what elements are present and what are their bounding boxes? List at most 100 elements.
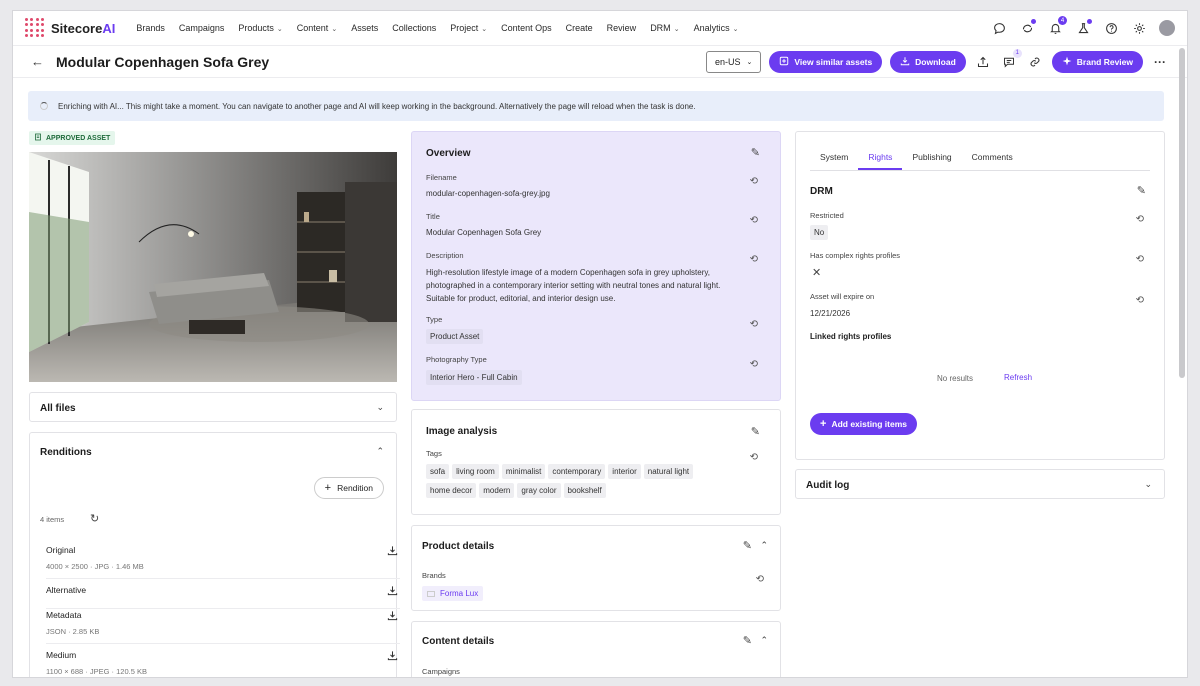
history-icon[interactable]: ⟲ — [750, 215, 758, 226]
download-icon[interactable] — [387, 585, 398, 599]
tab-comments[interactable]: Comments — [962, 152, 1023, 170]
history-icon[interactable]: ⟲ — [750, 254, 758, 265]
chevron-down-icon[interactable]: ⌄ — [376, 402, 384, 413]
history-icon[interactable]: ⟲ — [756, 574, 764, 585]
rendition-meta: 4000 × 2500 · JPG · 1.46 MB — [46, 562, 144, 571]
nav-item-create[interactable]: Create — [559, 23, 600, 33]
tags-label: Tags — [426, 449, 442, 458]
nav-item-content-ops[interactable]: Content Ops — [494, 23, 559, 33]
bell-icon[interactable]: 4 — [1047, 16, 1067, 36]
share-upload-icon[interactable] — [974, 53, 992, 71]
history-icon[interactable]: ⟲ — [1136, 214, 1144, 225]
help-icon[interactable] — [1103, 20, 1119, 36]
renditions-panel: Renditions ⌃ + Rendition 4 items ↻ Origi… — [29, 432, 400, 677]
nav-item-label: Content — [296, 23, 329, 33]
nav-item-products[interactable]: Products ⌄ — [231, 23, 289, 33]
plus-icon: + — [324, 482, 332, 494]
history-icon[interactable]: ⟲ — [750, 319, 758, 330]
comments-icon[interactable]: 1 — [1000, 48, 1022, 71]
tag-chip: interior — [608, 464, 641, 479]
locale-select[interactable]: en-US ⌄ — [705, 50, 762, 73]
refresh-link[interactable]: Refresh — [1004, 373, 1032, 382]
rights-panel: System Rights Publishing Comments DRM ✎ Res… — [795, 131, 1165, 460]
rendition-row[interactable]: Original 4000 × 2500 · JPG · 1.46 MB — [46, 545, 400, 579]
content-details-title: Content details — [422, 636, 495, 647]
chevron-up-icon[interactable]: ⌃ — [760, 540, 768, 551]
plus-icon: + — [820, 418, 827, 430]
linked-profiles-label: Linked rights profiles — [810, 332, 892, 341]
tag-chip: contemporary — [548, 464, 606, 479]
chat-icon[interactable] — [991, 20, 1007, 36]
history-icon[interactable]: ⟲ — [750, 176, 758, 187]
nav-item-analytics[interactable]: Analytics ⌄ — [687, 23, 746, 33]
brand-chip[interactable]: Forma Lux — [422, 586, 484, 601]
nav-item-assets[interactable]: Assets — [344, 23, 385, 33]
refresh-icon[interactable]: ↻ — [90, 512, 99, 525]
asset-preview-image[interactable] — [29, 152, 397, 382]
history-icon[interactable]: ⟲ — [1136, 295, 1144, 306]
filename-label: Filename — [426, 173, 457, 182]
view-similar-assets-button[interactable]: View similar assets — [769, 50, 883, 73]
add-rendition-button[interactable]: + Rendition — [313, 477, 384, 499]
tab-publishing[interactable]: Publishing — [902, 152, 961, 170]
add-existing-items-button[interactable]: + Add existing items — [810, 413, 918, 435]
nav-item-label: Review — [606, 23, 637, 33]
logo-text: SitecoreAI — [51, 20, 116, 36]
renditions-title: Renditions — [40, 447, 92, 458]
rendition-row[interactable]: Alternative — [46, 585, 400, 609]
settings-gear-icon[interactable] — [1131, 20, 1147, 36]
chevron-up-icon[interactable]: ⌃ — [760, 635, 768, 646]
nav-item-review[interactable]: Review — [600, 23, 644, 33]
nav-item-drm[interactable]: DRM ⌄ — [643, 23, 686, 33]
more-options-icon[interactable]: ··· — [1151, 53, 1169, 71]
rights-tabs: System Rights Publishing Comments — [810, 152, 1150, 171]
edit-pencil-icon[interactable]: ✎ — [1137, 184, 1146, 197]
nav-item-project[interactable]: Project ⌄ — [443, 23, 494, 33]
rendition-name: Alternative — [46, 585, 87, 595]
download-button[interactable]: Download — [890, 50, 966, 73]
nav-item-label: Campaigns — [178, 23, 225, 33]
edit-pencil-icon[interactable]: ✎ — [751, 146, 760, 159]
back-arrow-icon[interactable]: ← — [31, 54, 44, 69]
content-details-panel: Content details ✎ ⌃ Campaigns — [411, 621, 781, 677]
rendition-row[interactable]: Medium 1100 × 688 · JPEG · 120.5 KB — [46, 650, 400, 677]
rendition-row[interactable]: Metadata JSON · 2.85 KB — [46, 610, 400, 644]
nav-item-label: Products — [238, 23, 274, 33]
audit-log-panel[interactable]: Audit log ⌄ — [795, 469, 1165, 499]
download-icon[interactable] — [387, 545, 398, 559]
tab-system[interactable]: System — [810, 152, 858, 170]
asset-header: ← Modular Copenhagen Sofa Grey en-US ⌄ V… — [13, 46, 1187, 78]
edit-pencil-icon[interactable]: ✎ — [743, 539, 752, 552]
brand-review-button[interactable]: Brand Review — [1051, 50, 1143, 73]
nav-item-campaigns[interactable]: Campaigns — [172, 23, 232, 33]
campaigns-label: Campaigns — [422, 667, 460, 676]
edit-pencil-icon[interactable]: ✎ — [743, 634, 752, 647]
sparkle-icon — [1062, 56, 1072, 68]
chevron-down-icon: ⌄ — [481, 26, 488, 33]
rendition-meta: 1100 × 688 · JPEG · 120.5 KB — [46, 667, 147, 676]
chevron-down-icon: ⌄ — [673, 26, 680, 33]
history-icon[interactable]: ⟲ — [1136, 254, 1144, 265]
download-icon[interactable] — [387, 650, 398, 664]
nav-item-collections[interactable]: Collections — [385, 23, 443, 33]
chevron-up-icon[interactable]: ⌃ — [376, 446, 384, 457]
history-icon[interactable]: ⟲ — [750, 452, 758, 463]
activity-icon[interactable] — [1019, 19, 1036, 36]
link-icon[interactable] — [1026, 53, 1044, 71]
all-files-panel[interactable]: All files ⌄ — [29, 392, 397, 422]
logo[interactable]: SitecoreAI — [25, 18, 115, 38]
edit-pencil-icon[interactable]: ✎ — [751, 425, 760, 438]
nav-item-brands[interactable]: Brands — [129, 23, 172, 33]
user-avatar[interactable] — [1159, 20, 1175, 36]
download-icon[interactable] — [387, 610, 398, 624]
title-label: Title — [426, 212, 440, 221]
page-scrollbar[interactable] — [1179, 48, 1185, 378]
nav-actions: 4 — [991, 16, 1175, 36]
chevron-down-icon[interactable]: ⌄ — [1144, 479, 1152, 490]
history-icon[interactable]: ⟲ — [750, 359, 758, 370]
download-icon — [900, 56, 910, 68]
tab-rights[interactable]: Rights — [858, 152, 903, 170]
description-label: Description — [426, 251, 464, 260]
lab-flask-icon[interactable] — [1075, 19, 1092, 36]
nav-item-content[interactable]: Content ⌄ — [290, 23, 344, 33]
